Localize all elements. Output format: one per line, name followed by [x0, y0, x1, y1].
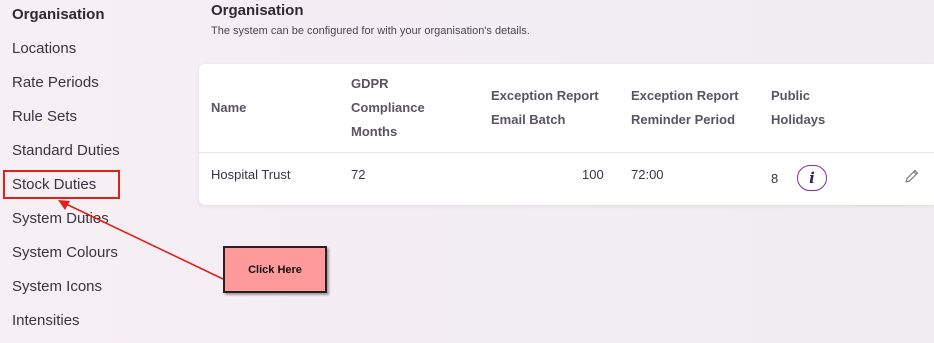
cell-reminder-period: 72:00 — [631, 167, 664, 182]
sidebar-item-system-colours[interactable]: System Colours — [12, 243, 118, 263]
header-divider — [199, 152, 934, 153]
page-title: Organisation — [211, 2, 304, 19]
page-subtitle: The system can be configured for with yo… — [211, 25, 530, 37]
sidebar-item-locations[interactable]: Locations — [12, 39, 76, 59]
column-header-gdpr-compliance-months: GDPR Compliance Months — [351, 76, 425, 139]
sidebar-item-organisation[interactable]: Organisation — [12, 5, 105, 25]
sidebar-item-system-icons[interactable]: System Icons — [12, 277, 102, 297]
cell-email-batch: 100 — [582, 167, 604, 182]
sidebar-item-system-duties[interactable]: System Duties — [12, 209, 109, 229]
sidebar-item-rate-periods[interactable]: Rate Periods — [12, 73, 99, 93]
column-header-exception-report-reminder-period: Exception Report Reminder Period — [631, 88, 739, 127]
cell-gdpr-months: 72 — [351, 167, 366, 182]
cell-name: Hospital Trust — [211, 167, 291, 182]
click-here-callout: Click Here — [223, 246, 327, 293]
pencil-icon[interactable] — [904, 168, 920, 184]
callout-label: Click Here — [248, 263, 302, 276]
sidebar-item-intensities[interactable]: Intensities — [12, 311, 80, 331]
column-header-exception-report-email-batch: Exception Report Email Batch — [491, 88, 599, 127]
stock-duties-highlight — [3, 170, 120, 199]
column-header-public-holidays: Public Holidays — [771, 88, 826, 127]
column-header-name: Name — [211, 100, 247, 115]
organisation-table: Name GDPR Compliance Months Exception Re… — [199, 64, 934, 205]
sidebar: Organisation Locations Rate Periods Rule… — [0, 0, 190, 343]
info-icon[interactable]: i — [797, 165, 827, 191]
cell-public-holidays: 8 — [771, 171, 779, 186]
sidebar-item-standard-duties[interactable]: Standard Duties — [12, 141, 120, 161]
info-glyph: i — [809, 169, 815, 187]
sidebar-item-rule-sets[interactable]: Rule Sets — [12, 107, 77, 127]
